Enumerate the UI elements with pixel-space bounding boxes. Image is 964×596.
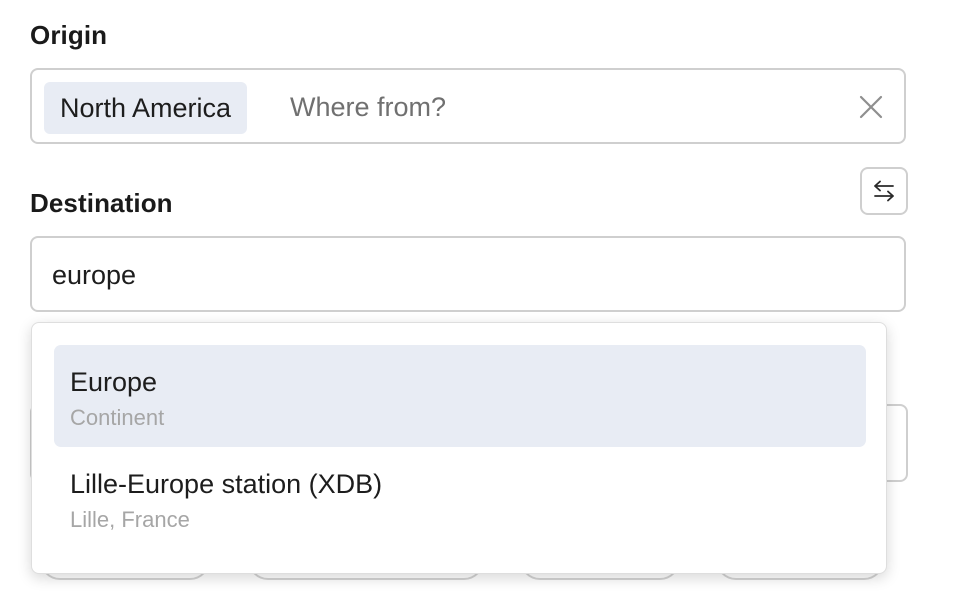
- suggestion-option[interactable]: Europe Continent: [54, 345, 866, 447]
- swap-button[interactable]: [860, 167, 908, 215]
- suggestion-option[interactable]: Lille-Europe station (XDB) Lille, France: [54, 447, 866, 549]
- destination-field[interactable]: [30, 236, 906, 312]
- suggestion-title: Europe: [70, 367, 158, 397]
- swap-arrows-icon: [874, 180, 894, 202]
- clear-origin-button[interactable]: [856, 92, 886, 122]
- suggestion-subtitle: Continent: [70, 405, 165, 430]
- destination-input[interactable]: [52, 258, 872, 292]
- destination-label: Destination: [30, 188, 173, 218]
- origin-field[interactable]: North America: [30, 68, 906, 144]
- suggestion-subtitle: Lille, France: [70, 507, 190, 532]
- search-form: Origin North America Destination Europe …: [0, 0, 964, 596]
- origin-chip[interactable]: North America: [44, 82, 248, 134]
- origin-input[interactable]: [290, 90, 830, 124]
- destination-suggestions-dropdown: Europe Continent Lille-Europe station (X…: [31, 322, 887, 574]
- origin-label: Origin: [30, 20, 108, 50]
- suggestion-title: Lille-Europe station (XDB): [70, 469, 383, 499]
- close-icon: [859, 95, 883, 119]
- origin-chip-label: North America: [60, 92, 232, 123]
